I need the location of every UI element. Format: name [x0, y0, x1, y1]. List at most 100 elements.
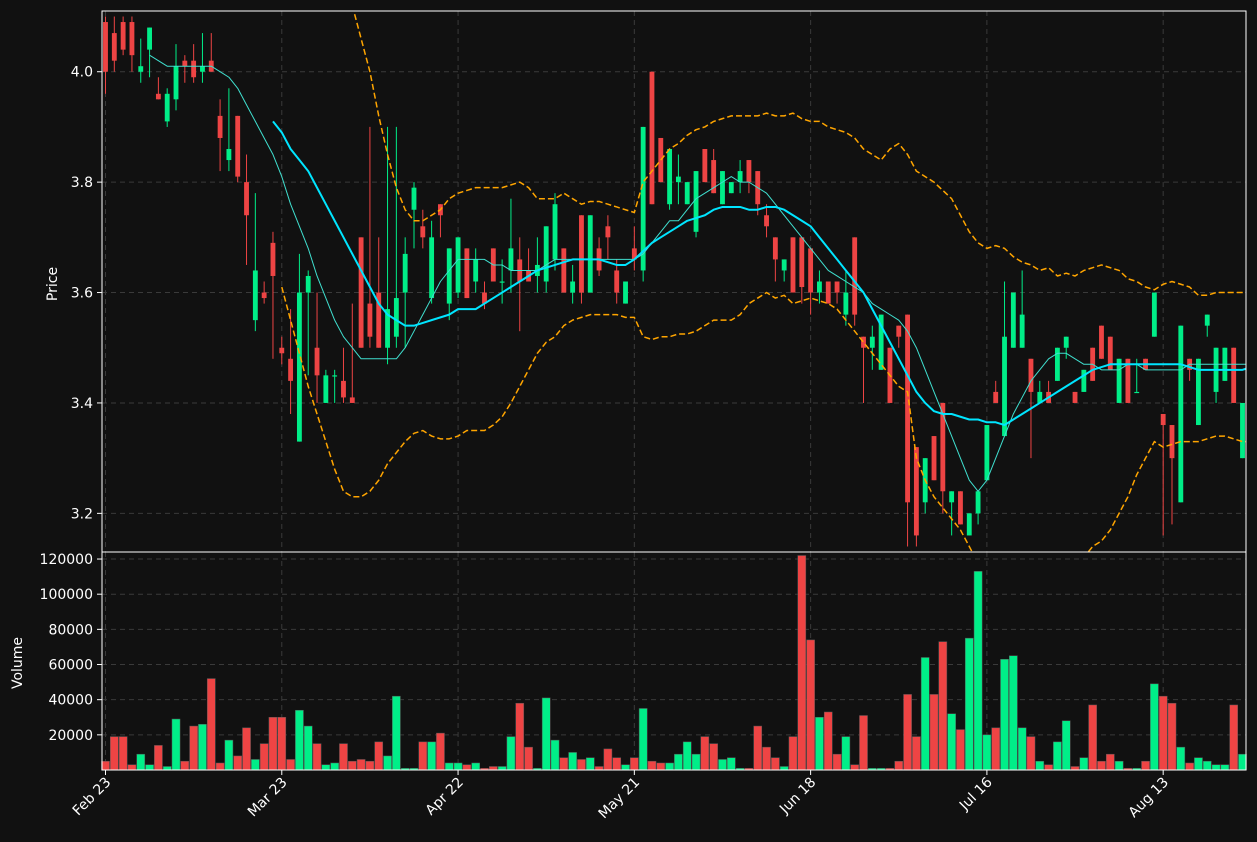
price-tick-label: 3.6 [71, 286, 93, 302]
volume-bar [374, 741, 384, 771]
volume-bar [674, 753, 683, 771]
candle-body [561, 248, 567, 293]
volume-bar [347, 760, 357, 771]
volume-bar [1202, 760, 1212, 771]
candle-body [913, 447, 919, 536]
candle-body [808, 248, 814, 293]
volume-bar [577, 759, 586, 771]
candle-body [191, 60, 197, 78]
candle-body [667, 149, 673, 205]
candle-body [940, 402, 946, 492]
volume-bar [762, 746, 771, 771]
volume-tick-label: 40000 [48, 693, 93, 709]
volume-bar [1053, 741, 1062, 771]
volume-bar [154, 745, 163, 771]
candle-body [402, 253, 408, 293]
volume-bar [268, 717, 278, 771]
volume-bar [242, 727, 251, 771]
volume-bar [1185, 762, 1194, 771]
volume-bar [506, 736, 516, 771]
price-tick-label: 3.4 [71, 396, 93, 412]
volume-bar [1158, 695, 1168, 771]
volume-bar [118, 736, 128, 771]
volume-bar [171, 718, 181, 771]
candle-body [817, 281, 822, 293]
volume-tick-label: 100000 [40, 587, 93, 603]
candle-body [543, 226, 549, 282]
candle-body [1072, 391, 1078, 403]
candle-body [993, 391, 999, 403]
volume-bar [1079, 757, 1089, 771]
candle-body [420, 226, 426, 238]
candle-body [1178, 325, 1184, 503]
volume-bar [585, 757, 595, 771]
candle-body [446, 248, 452, 304]
volume-bar [691, 753, 701, 771]
candlestick-chart: 3.2 3.4 3.6 3.8 4.0 Price 20000 40000 60000 800… [0, 0, 1257, 842]
volume-bar [251, 759, 260, 771]
volume-bar [233, 755, 243, 771]
volume-bar [815, 717, 824, 771]
volume-bar [127, 764, 137, 771]
candle-body [508, 248, 514, 271]
volume-bar [489, 766, 498, 771]
volume-bar [471, 762, 480, 771]
volume-bar [973, 571, 983, 771]
volume-tick-label: 60000 [48, 658, 93, 674]
candle-body [288, 358, 294, 381]
volume-bar [920, 657, 930, 771]
volume-bar [1070, 766, 1080, 771]
candle-body [966, 513, 972, 536]
volume-bar [638, 708, 648, 771]
candle-body [834, 281, 840, 293]
candle-body [675, 176, 681, 183]
candle-body [579, 215, 584, 293]
price-tick-label: 4.0 [71, 65, 93, 81]
volume-bar [1088, 704, 1097, 771]
candle-body [1054, 347, 1060, 381]
candle-body [623, 281, 628, 304]
candle-body [358, 237, 364, 348]
volume-bar [453, 762, 463, 771]
volume-bar [771, 757, 780, 771]
candle-body [411, 187, 417, 210]
candle-body [332, 375, 338, 377]
volume-bar [162, 766, 172, 771]
volume-bar [330, 762, 339, 771]
volume-bar [1141, 760, 1150, 771]
volume-bar [559, 757, 569, 771]
volume-bar [630, 757, 639, 771]
volume-tick-label: 80000 [48, 622, 93, 638]
candle-body [235, 115, 241, 177]
volume-tick-label: 20000 [48, 728, 93, 744]
chart-background [0, 0, 1257, 842]
candle-body [896, 325, 902, 337]
price-tick-label: 3.8 [71, 175, 93, 191]
candle-body [164, 93, 170, 122]
candle-body [1099, 325, 1104, 359]
volume-bar [1097, 760, 1106, 771]
candle-body [367, 303, 373, 337]
candle-body [649, 71, 655, 205]
volume-bar [286, 759, 295, 771]
volume-bar [321, 764, 331, 771]
candle-body [1063, 336, 1069, 348]
candle-body [931, 436, 937, 481]
candle-body [1002, 336, 1007, 437]
volume-bar [612, 757, 622, 771]
volume-bar [682, 741, 692, 771]
volume-bar [1000, 658, 1009, 771]
volume-bar [903, 694, 912, 771]
volume-bar [497, 766, 507, 771]
candle-body [702, 149, 708, 183]
candle-body [949, 491, 955, 503]
volume-bar [1220, 764, 1230, 771]
volume-bar [365, 760, 375, 771]
volume-bar [101, 760, 110, 771]
candle-body [261, 292, 267, 299]
volume-bar [180, 760, 190, 771]
volume-bar [1114, 760, 1124, 771]
candle-body [252, 270, 258, 321]
candle-body [226, 149, 232, 161]
volume-bar [1061, 720, 1071, 771]
